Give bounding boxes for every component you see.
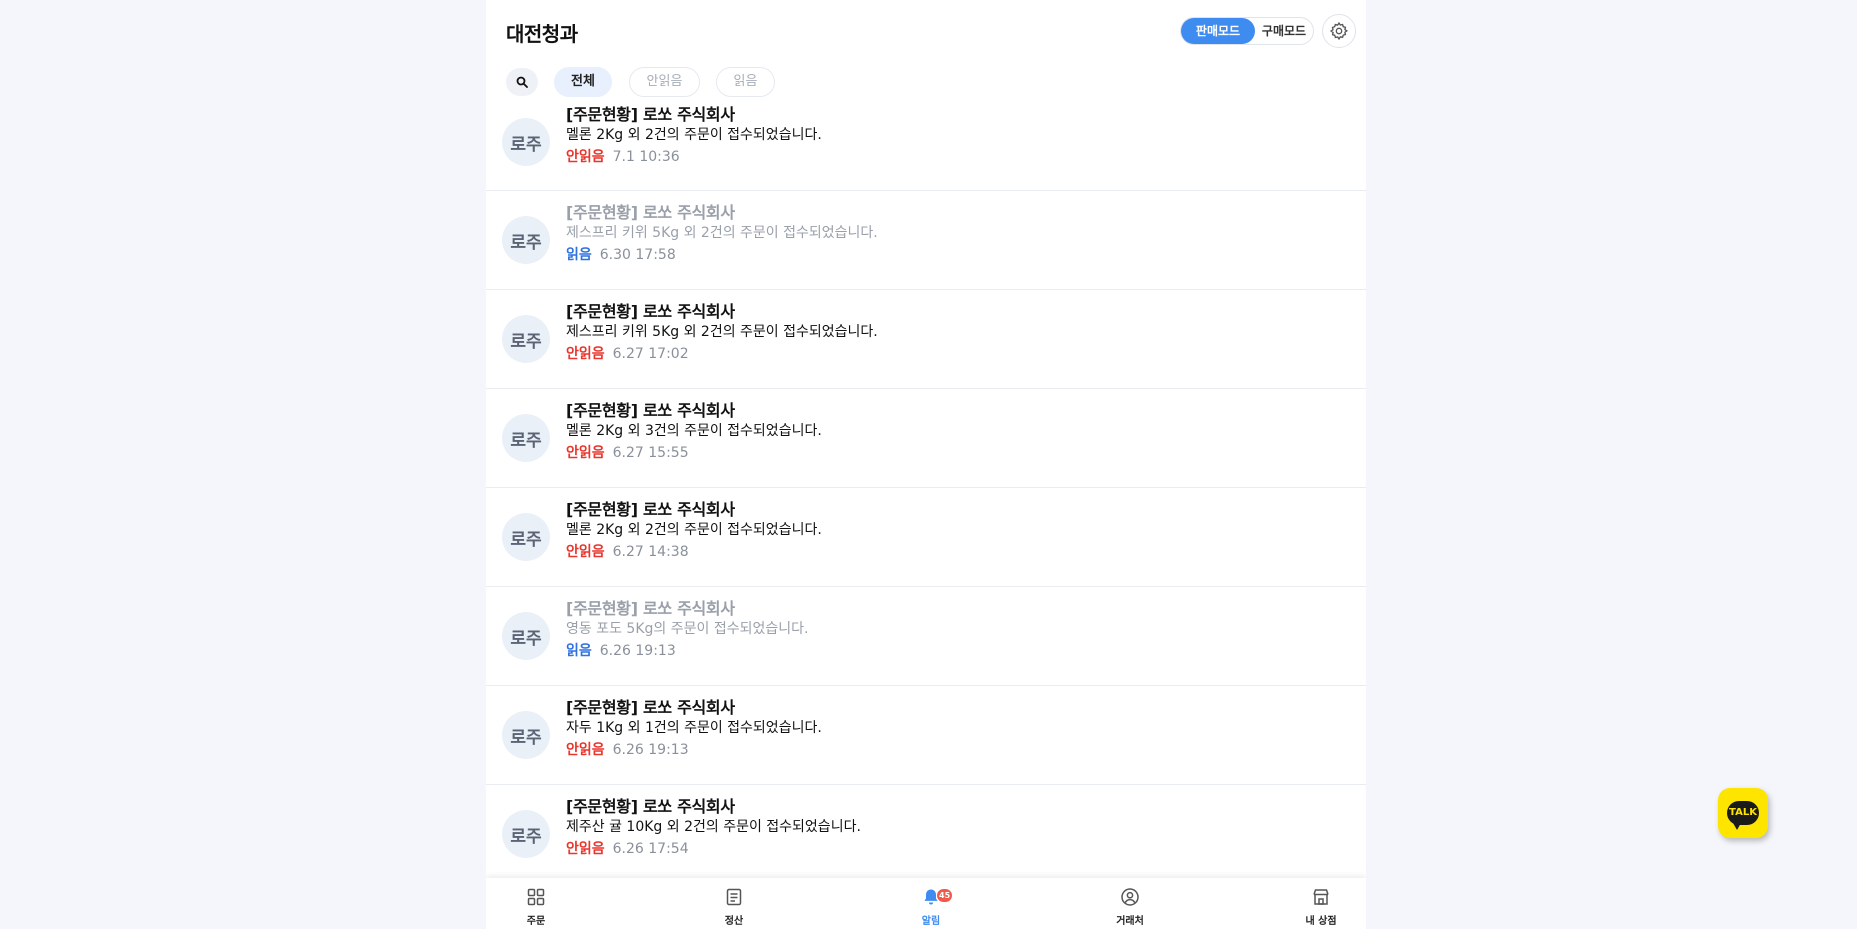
tab-mystore[interactable]: 내 상점 — [1271, 878, 1366, 929]
notification-time: 6.26 19:13 — [612, 742, 689, 758]
notification-meta: 안읽음 6.27 14:38 — [566, 541, 689, 561]
notification-item[interactable]: 로주 [주문현황] 로쏘 주식회사자두 1Kg 외 1건의 주문이 접수되었습니다… — [486, 686, 1366, 785]
notification-time: 6.27 17:02 — [612, 346, 689, 362]
notification-time: 6.27 15:55 — [612, 445, 689, 461]
filter-bar: 전체 안읽음 읽음 — [486, 64, 1366, 98]
read-status-label: 안읽음 — [566, 346, 605, 362]
tab-settlement-label: 정산 — [724, 916, 744, 927]
grid-icon — [527, 888, 545, 906]
notification-time: 7.1 10:36 — [612, 149, 680, 165]
sell-mode-button[interactable]: 판매모드 — [1181, 18, 1255, 44]
talk-label: TALK — [1727, 801, 1759, 830]
search-icon — [516, 76, 528, 88]
notification-meta: 읽음 6.26 19:13 — [566, 640, 676, 660]
notification-title: [주문현황] 로쏘 주식회사 — [566, 797, 735, 816]
avatar: 로주 — [502, 810, 550, 858]
page-title: 대전청과 — [506, 22, 578, 46]
filter-read-chip[interactable]: 읽음 — [716, 67, 775, 97]
tab-alerts-label: 알림 — [921, 916, 941, 927]
avatar: 로주 — [502, 315, 550, 363]
notification-item[interactable]: 로주 [주문현황] 로쏘 주식회사멜론 2Kg 외 2건의 주문이 접수되었습니다… — [486, 99, 1366, 191]
read-status-label: 안읽음 — [566, 841, 605, 857]
buy-mode-button[interactable]: 구매모드 — [1255, 18, 1313, 44]
header: 대전청과 판매모드 구매모드 — [486, 0, 1366, 60]
notification-title: [주문현황] 로쏘 주식회사 — [566, 401, 735, 420]
notification-item[interactable]: 로주 [주문현황] 로쏘 주식회사제스프리 키위 5Kg 외 2건의 주문이 접수… — [486, 290, 1366, 389]
tab-partners[interactable]: 거래처 — [1080, 878, 1180, 929]
kakao-talk-button[interactable]: TALK — [1718, 788, 1768, 838]
notification-title: [주문현황] 로쏘 주식회사 — [566, 302, 735, 321]
bottom-tab-bar: 주문 정산 45 알림 거래처 내 상점 — [486, 878, 1366, 929]
notification-body: 제스프리 키위 5Kg 외 2건의 주문이 접수되었습니다. — [566, 225, 878, 241]
notification-title: [주문현황] 로쏘 주식회사 — [566, 203, 735, 222]
notification-meta: 안읽음 7.1 10:36 — [566, 146, 680, 166]
notification-list: 로주 [주문현황] 로쏘 주식회사 멜론 2Kg 외 2건의 주문이 접수되었습니다… — [486, 99, 1366, 884]
tab-settlement[interactable]: 정산 — [684, 878, 784, 929]
tab-partners-label: 거래처 — [1116, 916, 1144, 927]
notification-item[interactable]: 로주 [주문현황] 로쏘 주식회사제스프리 키위 5Kg 외 2건의 주문이 접수… — [486, 191, 1366, 290]
notification-time: 6.30 17:58 — [599, 247, 676, 263]
alerts-count-badge: 45 — [937, 889, 953, 902]
notification-meta: 안읽음 6.26 19:13 — [566, 739, 689, 759]
read-status-label: 안읽음 — [566, 742, 605, 758]
notification-meta: 읽음 6.30 17:58 — [566, 244, 676, 264]
mode-toggle[interactable]: 판매모드 구매모드 — [1180, 17, 1314, 45]
store-icon — [1313, 889, 1329, 905]
settings-button[interactable] — [1322, 14, 1356, 48]
read-status-label: 읽음 — [566, 643, 592, 659]
notification-title: [주문현황] 로쏘 주식회사 — [566, 698, 735, 717]
search-button[interactable] — [506, 68, 538, 96]
read-status-label: 안읽음 — [566, 445, 605, 461]
notification-item[interactable]: 로주 [주문현황] 로쏘 주식회사영동 포도 5Kg의 주문이 접수되었습니다. 읽… — [486, 587, 1366, 686]
notification-body: 멜론 2Kg 외 3건의 주문이 접수되었습니다. — [566, 423, 822, 439]
avatar: 로주 — [502, 513, 550, 561]
avatar: 로주 — [502, 711, 550, 759]
notification-title: [주문현황] 로쏘 주식회사 — [566, 500, 735, 519]
tab-mystore-label: 내 상점 — [1305, 916, 1337, 927]
notification-item[interactable]: 로주 [주문현황] 로쏘 주식회사멜론 2Kg 외 3건의 주문이 접수되었습니다… — [486, 389, 1366, 488]
tab-orders-label: 주문 — [526, 916, 546, 927]
read-status-label: 안읽음 — [566, 149, 605, 165]
notification-time: 6.27 14:38 — [612, 544, 689, 560]
notification-meta: 안읽음 6.26 17:54 — [566, 838, 689, 858]
notification-body: 멜론 2Kg 외 2건의 주문이 접수되었습니다. — [566, 522, 822, 538]
read-status-label: 읽음 — [566, 247, 592, 263]
notification-body: 멜론 2Kg 외 2건의 주문이 접수되었습니다. — [566, 127, 822, 143]
tab-alerts[interactable]: 45 알림 — [881, 878, 981, 929]
avatar: 로주 — [502, 414, 550, 462]
app-container: 대전청과 판매모드 구매모드 전체 안읽음 읽음 로주 [주문현황] 로쏘 주식회… — [486, 0, 1366, 929]
avatar: 로주 — [502, 216, 550, 264]
gear-icon — [1329, 21, 1349, 41]
person-circle-icon — [1121, 888, 1139, 906]
tab-orders[interactable]: 주문 — [486, 878, 586, 929]
notification-item[interactable]: 로주 [주문현황] 로쏘 주식회사멜론 2Kg 외 2건의 주문이 접수되었습니다… — [486, 488, 1366, 587]
notification-time: 6.26 19:13 — [599, 643, 676, 659]
notification-item[interactable]: 로주 [주문현황] 로쏘 주식회사제주산 귤 10Kg 외 2건의 주문이 접수되… — [486, 785, 1366, 884]
notification-meta: 안읽음 6.27 17:02 — [566, 343, 689, 363]
notification-body: 영동 포도 5Kg의 주문이 접수되었습니다. — [566, 621, 809, 637]
notification-body: 제주산 귤 10Kg 외 2건의 주문이 접수되었습니다. — [566, 819, 861, 835]
read-status-label: 안읽음 — [566, 544, 605, 560]
notification-body: 제스프리 키위 5Kg 외 2건의 주문이 접수되었습니다. — [566, 324, 878, 340]
notification-body: 자두 1Kg 외 1건의 주문이 접수되었습니다. — [566, 720, 822, 736]
notification-title: [주문현황] 로쏘 주식회사 — [566, 599, 735, 618]
document-icon — [726, 888, 742, 906]
notification-time: 6.26 17:54 — [612, 841, 689, 857]
notification-meta: 안읽음 6.27 15:55 — [566, 442, 689, 462]
avatar: 로주 — [502, 612, 550, 660]
filter-all-chip[interactable]: 전체 — [554, 67, 612, 97]
notification-title: [주문현황] 로쏘 주식회사 — [566, 105, 735, 124]
filter-unread-chip[interactable]: 안읽음 — [629, 67, 700, 97]
avatar: 로주 — [502, 118, 550, 166]
